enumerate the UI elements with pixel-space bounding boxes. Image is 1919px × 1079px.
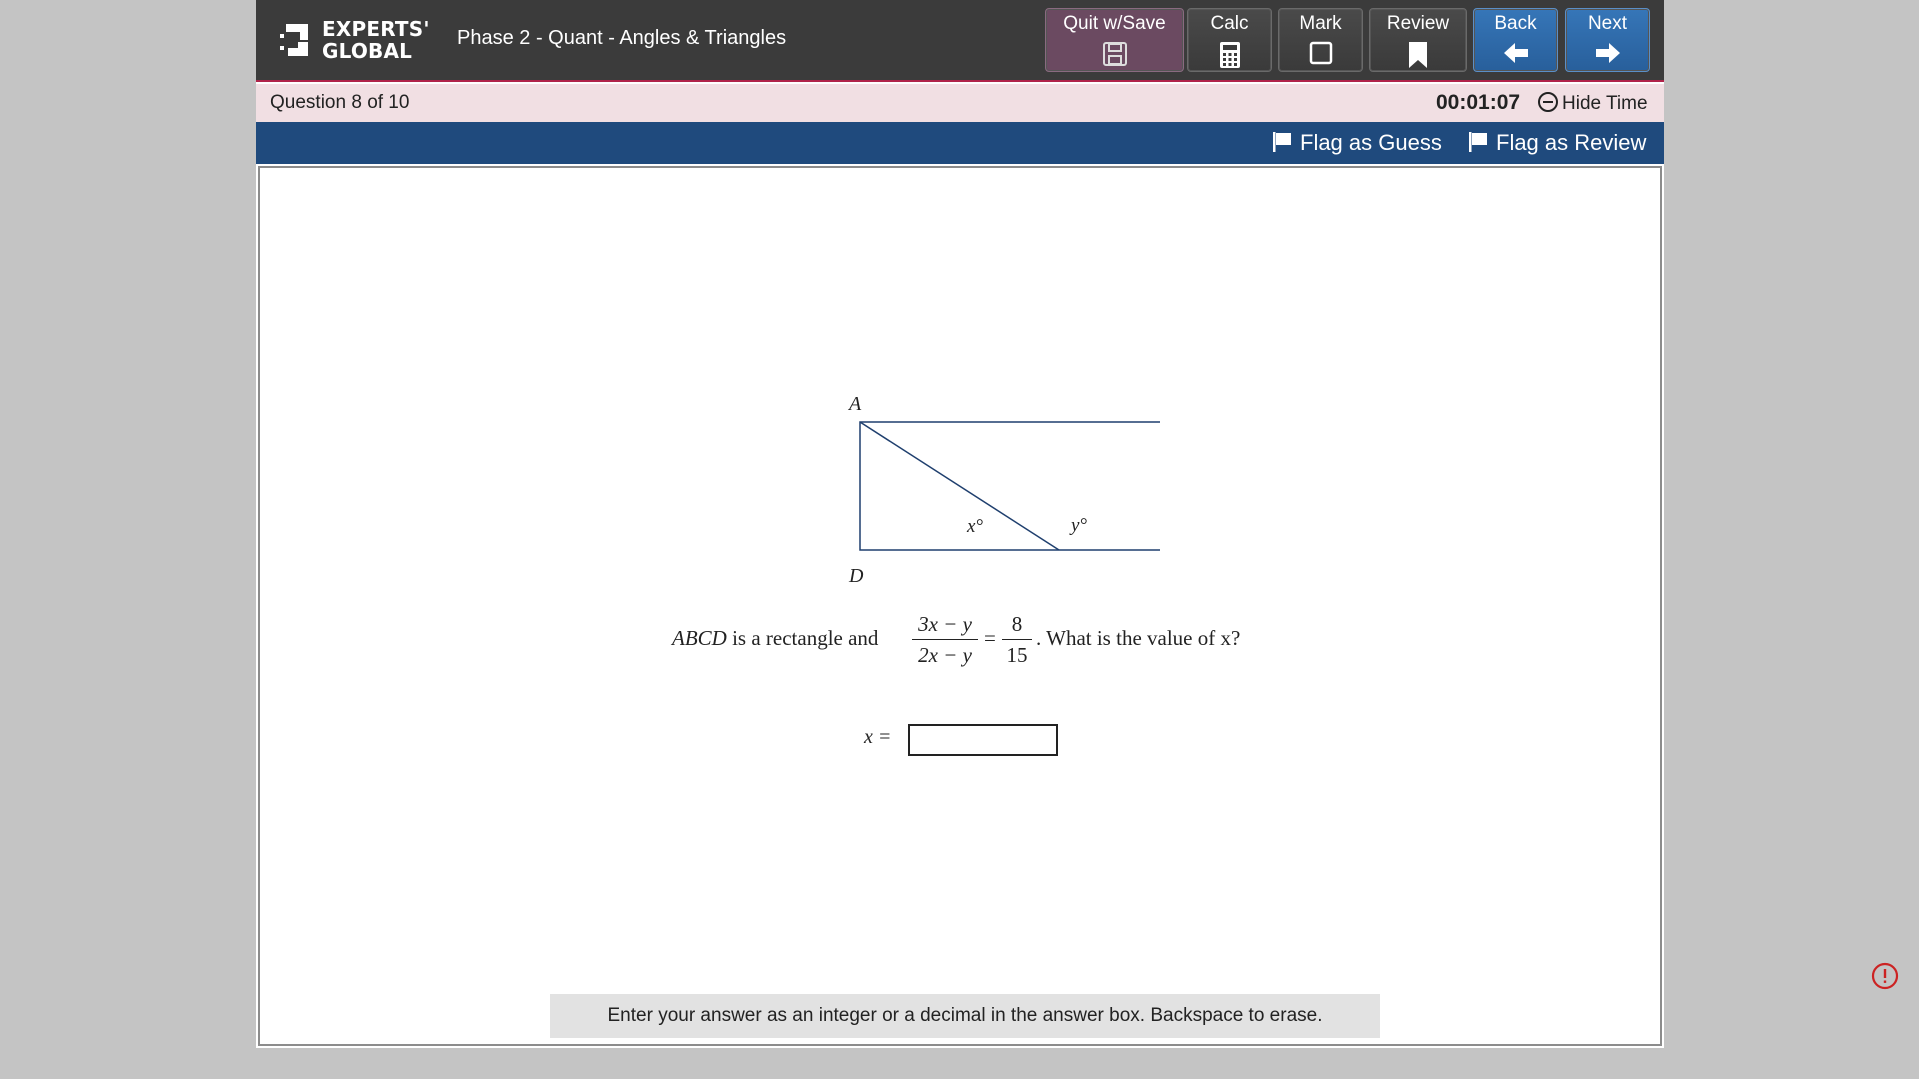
logo-mark-icon xyxy=(280,24,308,56)
fraction-right-numerator: 8 xyxy=(1011,612,1023,636)
logo-line2: GLOBAL xyxy=(322,39,413,63)
answer-input[interactable] xyxy=(908,724,1058,756)
flag-icon xyxy=(1273,132,1291,152)
answer-label: x = xyxy=(864,726,892,748)
next-button[interactable]: Next xyxy=(1565,8,1650,72)
flag-as-guess-button[interactable]: Flag as Guess xyxy=(1272,130,1442,156)
next-label: Next xyxy=(1587,13,1628,34)
question-counter: Question 8 of 10 xyxy=(270,92,409,114)
test-window: EXPERTS' GLOBAL Phase 2 - Quant - Angles… xyxy=(256,0,1664,1048)
mark-label: Mark xyxy=(1299,13,1342,34)
checkbox-icon xyxy=(1309,41,1332,65)
hide-time-label: Hide Time xyxy=(1562,93,1648,114)
header-bar: EXPERTS' GLOBAL Phase 2 - Quant - Angles… xyxy=(256,0,1664,82)
minus-circle-icon xyxy=(1538,92,1558,112)
rectangle-abcd xyxy=(859,421,1160,551)
equals-sign: = xyxy=(984,626,996,650)
timer-display: 00:01:07 xyxy=(1436,91,1521,114)
review-label: Review xyxy=(1386,13,1450,34)
quit-save-label: Quit w/Save xyxy=(1063,13,1166,34)
rectangle-diagram: A B C D x° y° xyxy=(847,393,1160,587)
hide-time-button[interactable]: Hide Time xyxy=(1538,92,1648,115)
fraction-right-denominator: 15 xyxy=(1006,643,1028,667)
flag-icon xyxy=(1469,132,1487,152)
question-prefix-rest: is a rectangle and xyxy=(726,626,879,650)
rectangle-name: ABCD xyxy=(672,626,727,650)
fraction-left-numerator: 3x − y xyxy=(918,612,972,636)
quit-save-button[interactable]: Quit w/Save xyxy=(1045,8,1184,72)
experts-global-logo: EXPERTS' GLOBAL xyxy=(278,18,429,64)
back-button[interactable]: Back xyxy=(1473,8,1558,72)
question-total: of 10 xyxy=(367,92,410,113)
bookmark-icon xyxy=(1409,42,1427,68)
fraction-left: 3x − y 2x − y xyxy=(912,612,978,667)
fraction-left-denominator: 2x − y xyxy=(918,643,972,667)
flag-bar: Flag as Guess Flag as Review xyxy=(256,122,1664,164)
alert-icon[interactable] xyxy=(1871,962,1899,990)
flag-as-review-label: Flag as Review xyxy=(1496,130,1647,155)
fraction-right: 8 15 xyxy=(1002,612,1032,667)
instructions-text: Enter your answer as an integer or a dec… xyxy=(550,994,1380,1038)
arrow-left-icon xyxy=(1503,43,1528,63)
save-icon xyxy=(1102,42,1127,66)
logo-line1: EXPERTS' xyxy=(322,17,430,41)
question-panel: A B C D x° y° ABCD is a rectangle and 3x… xyxy=(258,166,1662,1046)
vertex-label-d: D xyxy=(848,565,864,587)
status-bar: Question 8 of 10 00:01:07 Hide Time xyxy=(256,84,1664,122)
mark-button[interactable]: Mark xyxy=(1278,8,1363,72)
vertex-label-a: A xyxy=(847,393,862,415)
question-prefix: Question xyxy=(270,92,347,113)
angle-label-x: x° xyxy=(966,516,983,537)
back-label: Back xyxy=(1494,13,1537,34)
flag-as-guess-label: Flag as Guess xyxy=(1300,130,1442,155)
review-button[interactable]: Review xyxy=(1369,8,1467,72)
calc-label: Calc xyxy=(1210,13,1249,34)
calc-button[interactable]: Calc xyxy=(1187,8,1272,72)
calculator-icon xyxy=(1219,42,1240,68)
question-prefix-text: ABCD is a rectangle and xyxy=(672,626,878,651)
section-title: Phase 2 - Quant - Angles & Triangles xyxy=(457,27,787,49)
flag-as-review-button[interactable]: Flag as Review xyxy=(1468,130,1646,156)
diagonal-line xyxy=(859,421,1060,551)
question-number: 8 xyxy=(351,92,362,113)
question-suffix: . What is the value of x? xyxy=(1036,626,1241,650)
angle-label-y: y° xyxy=(1069,515,1087,536)
arrow-right-icon xyxy=(1595,43,1620,63)
